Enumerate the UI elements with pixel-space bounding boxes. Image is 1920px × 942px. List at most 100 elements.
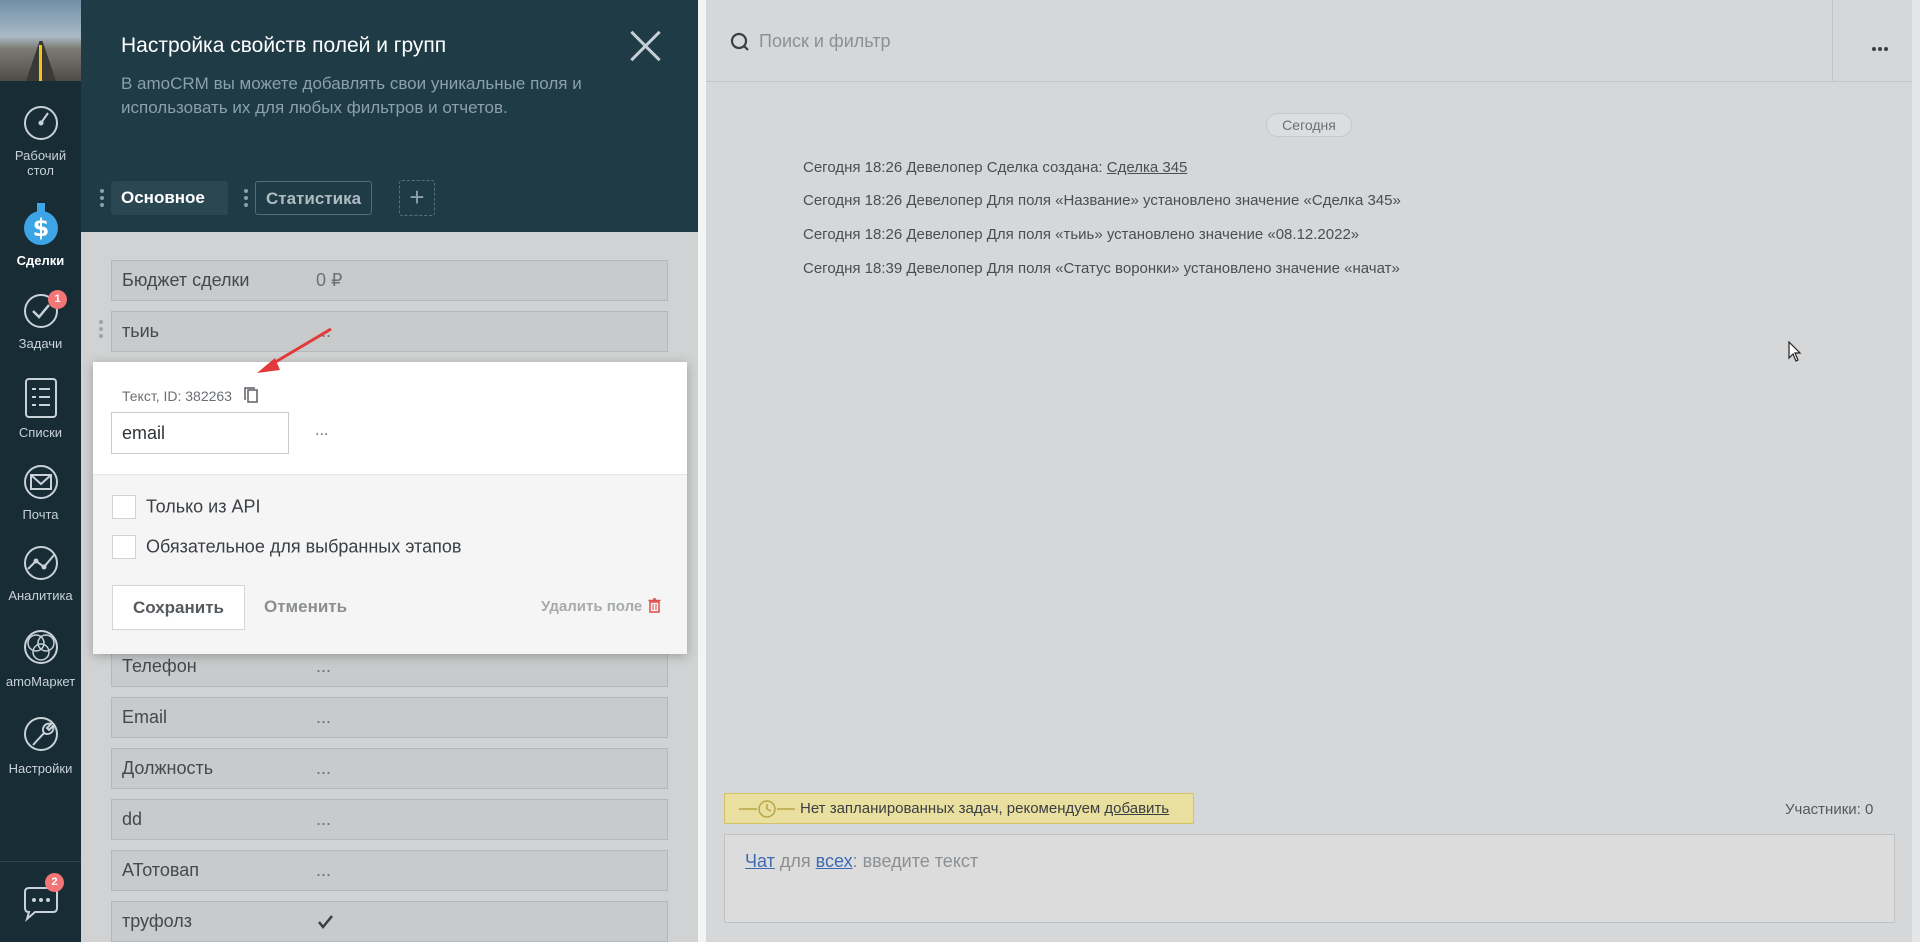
only-api-option[interactable]: Только из API xyxy=(112,495,261,519)
close-icon[interactable] xyxy=(629,28,663,62)
nav-market[interactable]: amoМаркет xyxy=(0,626,81,689)
checkbox[interactable] xyxy=(112,535,136,559)
checkbox-checked-icon[interactable] xyxy=(317,913,334,930)
chat-link[interactable]: Чат xyxy=(745,851,775,871)
field-value: ... xyxy=(316,758,332,778)
mail-icon xyxy=(23,465,58,499)
annotation-arrow-icon xyxy=(257,327,332,373)
dashboard-icon xyxy=(23,106,58,140)
feed-event: Сегодня 18:26 Девелопер Сделка создана: … xyxy=(803,159,1187,176)
chat-for: для xyxy=(774,851,816,871)
cancel-button[interactable]: Отменить xyxy=(264,597,347,617)
nav-mail-label: Почта xyxy=(22,507,59,522)
field-row[interactable]: Бюджет сделки 0 ₽ xyxy=(111,260,668,301)
lists-icon xyxy=(24,378,57,418)
drag-handle-icon[interactable] xyxy=(99,320,103,341)
drag-handle-icon[interactable] xyxy=(244,189,248,207)
chat-input-box[interactable]: Чат для всех: введите текст xyxy=(724,834,1895,923)
add-task-link[interactable]: добавить xyxy=(1104,800,1169,817)
nav-settings[interactable]: Настройки xyxy=(0,713,81,776)
field-name: Бюджет сделки xyxy=(122,270,250,290)
field-row[interactable]: труфолз xyxy=(111,901,668,942)
panel-header: Настройка свойств полей и групп В amoCRM… xyxy=(81,0,698,232)
tasks-badge: 1 xyxy=(48,290,67,309)
nav-mail[interactable]: Почта xyxy=(0,463,81,522)
event-text: Сегодня 18:26 Девелопер Для поля «Назван… xyxy=(803,192,1401,209)
required-option[interactable]: Обязательное для выбранных этапов xyxy=(112,535,461,559)
nav-analytics[interactable]: Аналитика xyxy=(0,544,81,603)
copy-icon[interactable] xyxy=(243,386,259,404)
field-name: Должность xyxy=(122,758,214,778)
field-type-id: Текст, ID: 382263 xyxy=(122,388,232,404)
nav-tasks-label: Задачи xyxy=(18,336,63,351)
settings-wrench-icon xyxy=(23,717,58,751)
field-row[interactable]: тьиь ... xyxy=(111,311,668,352)
field-row[interactable]: Должность ... xyxy=(111,748,668,789)
nav-dashboard-label-2: стол xyxy=(27,163,54,178)
chat-placeholder: : введите текст xyxy=(852,851,979,871)
nav-dashboard[interactable]: Рабочий стол xyxy=(0,104,81,178)
popup-top-section: Текст, ID: 382263 ... xyxy=(93,362,687,475)
field-name: Email xyxy=(122,707,168,727)
popup-options-section: Только из API Обязательное для выбранных… xyxy=(93,475,687,654)
search-input[interactable]: Поиск и фильтр xyxy=(759,31,891,52)
nav-settings-label: Настройки xyxy=(8,761,73,776)
checkbox[interactable] xyxy=(112,495,136,519)
nav-market-label: amoМаркет xyxy=(5,674,76,689)
deal-feed: Поиск и фильтр Сегодня Сегодня 18:26 Дев… xyxy=(706,0,1920,942)
required-label: Обязательное для выбранных этапов xyxy=(146,536,462,557)
date-separator: Сегодня xyxy=(1266,113,1352,137)
field-edit-popup: Текст, ID: 382263 ... Только из API Обяз… xyxy=(93,362,687,654)
nav-lists-label: Списки xyxy=(18,425,63,440)
user-avatar[interactable] xyxy=(0,0,81,81)
nav-lists[interactable]: Списки xyxy=(0,375,81,440)
field-row[interactable]: dd ... xyxy=(111,799,668,840)
event-text: Сегодня 18:39 Девелопер Для поля «Статус… xyxy=(803,260,1400,277)
field-row[interactable]: АТотовап ... xyxy=(111,850,668,891)
only-api-label: Только из API xyxy=(146,496,261,517)
mouse-cursor-icon xyxy=(1788,341,1802,362)
nav-chat[interactable]: 2 xyxy=(0,861,81,942)
save-button[interactable]: Сохранить xyxy=(112,585,245,630)
nav-deals[interactable]: $ Сделки xyxy=(0,203,81,268)
nav-dashboard-label-1: Рабочий xyxy=(14,148,67,163)
market-icon xyxy=(23,630,58,664)
feed-scrollbar[interactable] xyxy=(1912,0,1920,942)
tab-main[interactable]: Основное xyxy=(111,181,228,215)
field-value: ... xyxy=(316,809,332,829)
nav-tasks[interactable]: 1 Задачи xyxy=(0,290,81,351)
field-name: труфолз xyxy=(122,911,193,931)
field-name-input[interactable] xyxy=(111,412,289,454)
feed-event: Сегодня 18:39 Девелопер Для поля «Статус… xyxy=(803,260,1400,277)
chat-recipients-link[interactable]: всех xyxy=(816,851,853,871)
field-name: тьиь xyxy=(122,321,160,341)
delete-field-label: Удалить поле xyxy=(541,598,643,615)
add-tab-button[interactable]: + xyxy=(399,180,435,216)
deals-dollar-icon: $ xyxy=(23,203,58,245)
delete-field-button[interactable]: Удалить поле xyxy=(541,598,661,615)
feed-event: Сегодня 18:26 Девелопер Для поля «тьиь» … xyxy=(803,226,1359,243)
deal-link[interactable]: Сделка 345 xyxy=(1107,159,1188,176)
drag-handle-icon[interactable] xyxy=(100,189,104,207)
no-tasks-text: Нет запланированных задач, рекомендуем xyxy=(800,800,1105,817)
tab-statistics[interactable]: Статистика xyxy=(255,181,372,215)
no-tasks-banner: Нет запланированных задач, рекомендуем д… xyxy=(724,793,1194,824)
chat-prefix: Чат для всех: введите текст xyxy=(745,851,978,872)
more-options[interactable]: ... xyxy=(315,422,328,440)
nav-analytics-label: Аналитика xyxy=(8,588,73,603)
panel-description: В amoCRM вы можете добавлять свои уникал… xyxy=(121,74,582,117)
participants-count[interactable]: Участники: 0 xyxy=(1785,801,1873,818)
field-name: Телефон xyxy=(122,656,197,676)
event-text: Сегодня 18:26 Девелопер Сделка создана: xyxy=(803,159,1107,176)
search-icon[interactable] xyxy=(730,32,750,52)
event-text: Сегодня 18:26 Девелопер Для поля «тьиь» … xyxy=(803,226,1360,243)
field-name: АТотовап xyxy=(122,860,199,880)
field-value: 0 ₽ xyxy=(316,270,343,290)
pane-divider[interactable] xyxy=(698,0,706,942)
field-name: dd xyxy=(122,809,143,829)
svg-text:$: $ xyxy=(32,214,49,242)
analytics-icon xyxy=(23,546,58,580)
field-row[interactable]: Email ... xyxy=(111,697,668,738)
chat-badge: 2 xyxy=(45,873,64,892)
more-dots-icon[interactable] xyxy=(1872,38,1890,56)
